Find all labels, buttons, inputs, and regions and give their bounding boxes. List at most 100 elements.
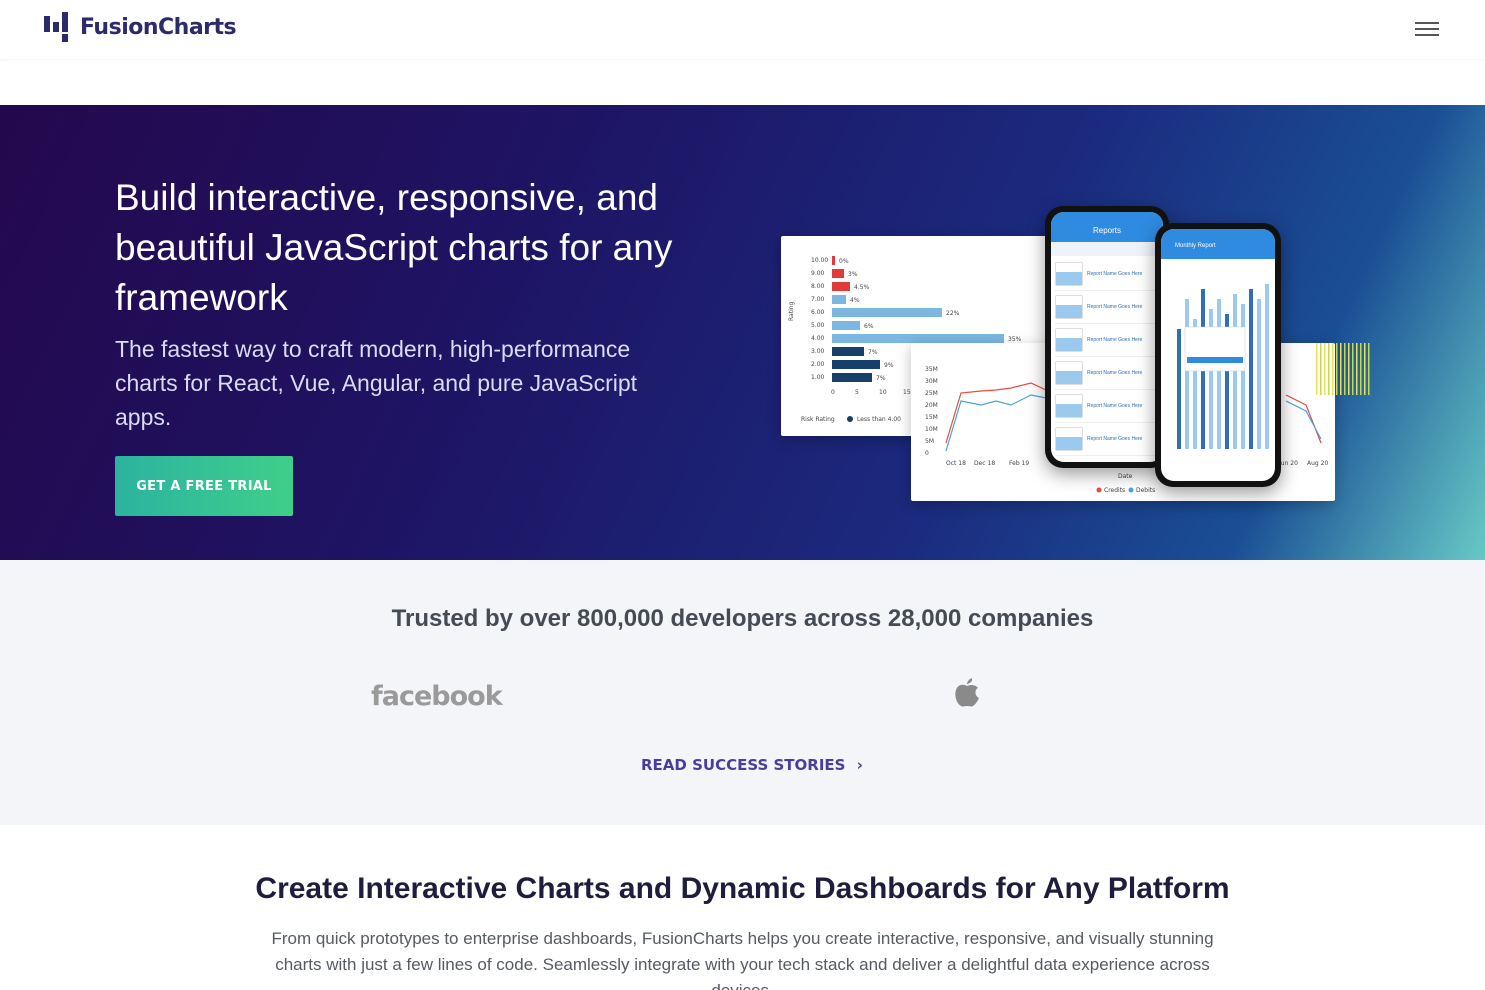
phone-bar-mark <box>1249 289 1253 449</box>
hero-subtitle: The fastest way to craft modern, high-pe… <box>115 336 638 430</box>
line-y-tick: 0 <box>925 450 929 457</box>
line-x-title: Date <box>1118 473 1133 480</box>
hero-section: Build interactive, responsive, and beaut… <box>0 105 1485 560</box>
platform-section-title: Create Interactive Charts and Dynamic Da… <box>255 872 1230 905</box>
bar-value-label: 7% <box>868 349 878 356</box>
report-thumbnail <box>1055 427 1083 451</box>
bar-x-tick: 10 <box>879 389 887 396</box>
bar-mark <box>832 308 942 317</box>
stories-label: READ SUCCESS STORIES <box>641 756 846 774</box>
bar-category-label: 1.00 <box>811 374 825 381</box>
bar-value-label: 4% <box>850 297 860 304</box>
bar-mark <box>832 321 860 330</box>
report-title: Report Name Goes Here <box>1087 435 1143 442</box>
bar-value-label: 4.5% <box>854 284 870 291</box>
report-title: Report Name Goes Here <box>1087 270 1143 277</box>
fusioncharts-logo-icon <box>44 12 70 42</box>
line-y-tick: 25M <box>925 390 938 397</box>
line-x-tick: Aug 20 <box>1307 460 1328 467</box>
report-title: Report Name Goes Here <box>1087 402 1143 409</box>
bar-category-label: 7.00 <box>811 296 825 303</box>
line-y-tick: 15M <box>925 414 938 421</box>
trusted-title: Trusted by over 800,000 developers acros… <box>391 605 1094 632</box>
chevron-right-icon: › <box>856 756 863 774</box>
report-title: Report Name Goes Here <box>1087 369 1143 376</box>
bar-value-label: 6% <box>864 323 874 330</box>
phone-header-monthly: Monthly Report <box>1161 229 1275 259</box>
report-list-item: Report Name Goes Here <box>1055 291 1159 324</box>
platform-section-text: From quick prototypes to enterprise dash… <box>271 929 1214 990</box>
line-y-tick: 20M <box>925 402 938 409</box>
line-x-tick: Oct 18 <box>946 460 966 467</box>
read-success-stories-link[interactable]: READ SUCCESS STORIES › <box>641 756 863 774</box>
report-title: Report Name Goes Here <box>1087 336 1143 343</box>
bar-mark <box>832 360 880 369</box>
bar-mark <box>832 256 835 265</box>
phone-mockup-monthly: Monthly Report <box>1155 223 1281 487</box>
phone-bar-mark <box>1233 294 1237 449</box>
free-trial-button[interactable]: GET A FREE TRIAL <box>115 456 293 516</box>
bar-axis-title: Rating <box>788 301 795 321</box>
report-list-item: Report Name Goes Here <box>1055 357 1159 390</box>
legend-credits: Credits <box>1104 487 1125 494</box>
phone-header-reports: Reports <box>1051 212 1163 242</box>
bar-category-label: 2.00 <box>811 361 825 368</box>
bar-category-label: 4.00 <box>811 335 825 342</box>
line-x-tick: Jun 20 <box>1278 460 1298 467</box>
bar-value-label: 7% <box>876 375 886 382</box>
fusioncharts-logo[interactable]: FusionCharts <box>44 12 237 42</box>
bar-value-label: 22% <box>946 310 960 317</box>
apple-logo-icon <box>955 678 979 707</box>
phone-bar-mark <box>1257 299 1261 449</box>
top-navigation-bar: FusionCharts <box>0 0 1485 59</box>
report-title: Report Name Goes Here <box>1087 303 1143 310</box>
legend-item: Less than 4.00 <box>857 416 901 423</box>
report-thumbnail <box>1055 328 1083 352</box>
bar-value-label: 35% <box>1008 336 1022 343</box>
bar-mark <box>832 347 864 356</box>
report-list-item: Report Name Goes Here <box>1055 258 1159 291</box>
bar-category-label: 9.00 <box>811 270 825 277</box>
bar-mark <box>832 334 1004 343</box>
line-x-tick: Feb 19 <box>1009 460 1029 467</box>
report-thumbnail <box>1055 295 1083 319</box>
line-y-tick: 30M <box>925 378 938 385</box>
bar-value-label: 0% <box>839 258 849 265</box>
bar-category-label: 6.00 <box>811 309 825 316</box>
report-thumbnail <box>1055 361 1083 385</box>
bar-mark <box>832 269 844 278</box>
trusted-by-section: Trusted by over 800,000 developers acros… <box>0 560 1485 825</box>
bar-category-label: 8.00 <box>811 283 825 290</box>
report-thumbnail <box>1055 262 1083 286</box>
legend-debits: Debits <box>1136 487 1155 494</box>
bar-x-tick: 5 <box>855 389 859 396</box>
phone-bar-mark <box>1265 284 1269 449</box>
report-list-item: Report Name Goes Here <box>1055 423 1159 456</box>
phone-bar-mark <box>1241 304 1245 449</box>
line-y-tick: 10M <box>925 426 938 433</box>
bar-mark <box>832 295 846 304</box>
phone-bar-mark <box>1217 299 1221 449</box>
bar-x-tick: 0 <box>831 389 835 396</box>
report-thumbnail <box>1055 394 1083 418</box>
phone-bar-mark <box>1185 299 1189 449</box>
decorative-stripes <box>1316 343 1370 395</box>
line-x-tick: Dec 18 <box>974 460 995 467</box>
line-y-tick: 5M <box>925 438 934 445</box>
bar-value-label: 9% <box>884 362 894 369</box>
facebook-logo: facebook <box>371 681 503 712</box>
bar-mark <box>832 373 872 382</box>
phone-bar-chart <box>1177 284 1269 449</box>
bar-category-label: 10.00 <box>811 257 828 264</box>
legend-title: Risk Rating <box>801 416 835 423</box>
report-list-item: Report Name Goes Here <box>1055 324 1159 357</box>
bar-value-label: 3% <box>848 271 858 278</box>
hero-title: Build interactive, responsive, and beaut… <box>115 177 673 318</box>
bar-mark <box>832 282 850 291</box>
phone-mockup-reports: Reports Report Name Goes Here Report Name… <box>1045 206 1169 468</box>
bar-x-tick: 15 <box>903 389 911 396</box>
phone-bar-mark <box>1177 329 1181 449</box>
bar-category-label: 5.00 <box>811 322 825 329</box>
hamburger-menu-icon[interactable] <box>1415 19 1439 39</box>
logo-text: FusionCharts <box>80 14 237 40</box>
